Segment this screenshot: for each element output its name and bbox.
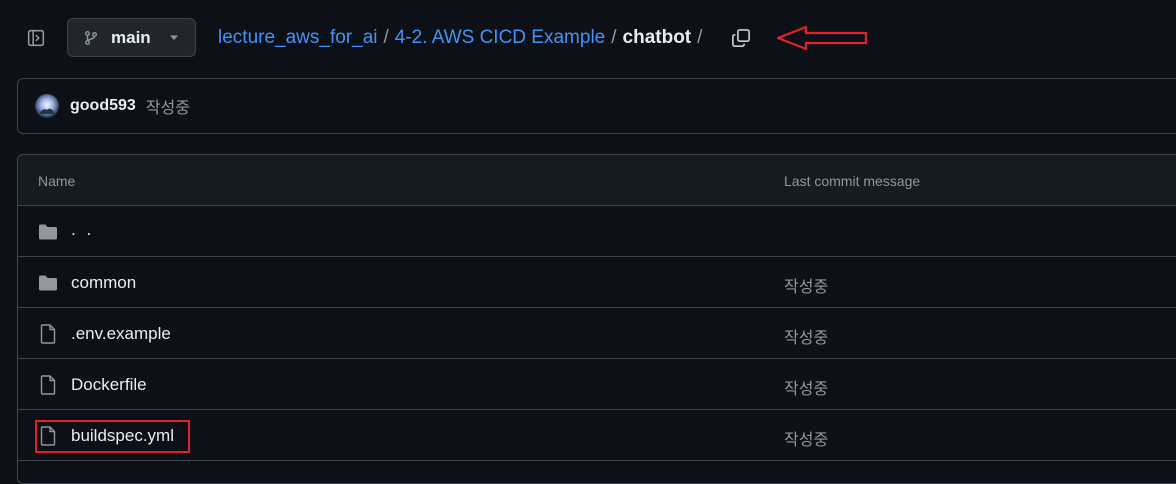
copy-path-icon[interactable] <box>729 26 753 50</box>
table-row[interactable]: buildspec.yml 작성중 <box>18 410 1176 461</box>
column-header-message: Last commit message <box>784 173 921 189</box>
commit-message-link[interactable]: 작성중 <box>784 375 828 399</box>
commit-message-link[interactable]: 작성중 <box>784 273 828 297</box>
folder-icon <box>38 273 58 293</box>
annotation-arrow-icon <box>776 24 870 57</box>
file-name-link[interactable]: .env.example <box>71 324 171 344</box>
commit-message-link[interactable]: 작성중 <box>146 94 190 118</box>
file-name-link[interactable]: common <box>71 273 136 293</box>
latest-commit-bar: good593 작성중 <box>17 78 1176 134</box>
table-row[interactable]: Dockerfile 작성중 <box>18 359 1176 410</box>
column-header-name: Name <box>38 173 76 189</box>
table-row[interactable]: common 작성중 <box>18 257 1176 308</box>
file-name-link[interactable]: Dockerfile <box>71 375 147 395</box>
breadcrumb-separator: / <box>383 27 389 48</box>
parent-directory-link[interactable]: . . <box>71 220 94 240</box>
commit-message-link[interactable]: 작성중 <box>784 324 828 348</box>
git-branch-icon <box>83 30 99 46</box>
breadcrumb-current: chatbot <box>622 27 692 48</box>
parent-directory-row[interactable]: . . <box>18 206 1176 257</box>
table-row[interactable]: .env.example 작성중 <box>18 308 1176 359</box>
branch-name: main <box>111 27 151 47</box>
breadcrumb-repo-link[interactable]: lecture_aws_for_ai <box>218 26 377 50</box>
file-table: Name Last commit message . . common 작성중 … <box>17 154 1176 484</box>
file-icon <box>38 324 58 344</box>
folder-icon <box>38 222 58 242</box>
repo-header: main lecture_aws_for_ai / 4-2. AWS CICD … <box>0 0 1176 78</box>
table-header: Name Last commit message <box>18 155 1176 206</box>
annotation-highlight-box <box>35 420 190 453</box>
file-icon <box>38 375 58 395</box>
breadcrumb: lecture_aws_for_ai / 4-2. AWS CICD Examp… <box>218 26 708 50</box>
breadcrumb-separator: / <box>697 27 703 48</box>
commit-author-link[interactable]: good593 <box>70 97 136 115</box>
breadcrumb-separator: / <box>611 27 617 48</box>
avatar[interactable] <box>35 94 59 118</box>
sidebar-expand-icon[interactable] <box>24 26 48 50</box>
triangle-down-icon <box>169 35 179 41</box>
branch-selector-button[interactable]: main <box>67 18 196 57</box>
commit-message-link[interactable]: 작성중 <box>784 426 828 450</box>
breadcrumb-folder-link[interactable]: 4-2. AWS CICD Example <box>395 26 605 50</box>
